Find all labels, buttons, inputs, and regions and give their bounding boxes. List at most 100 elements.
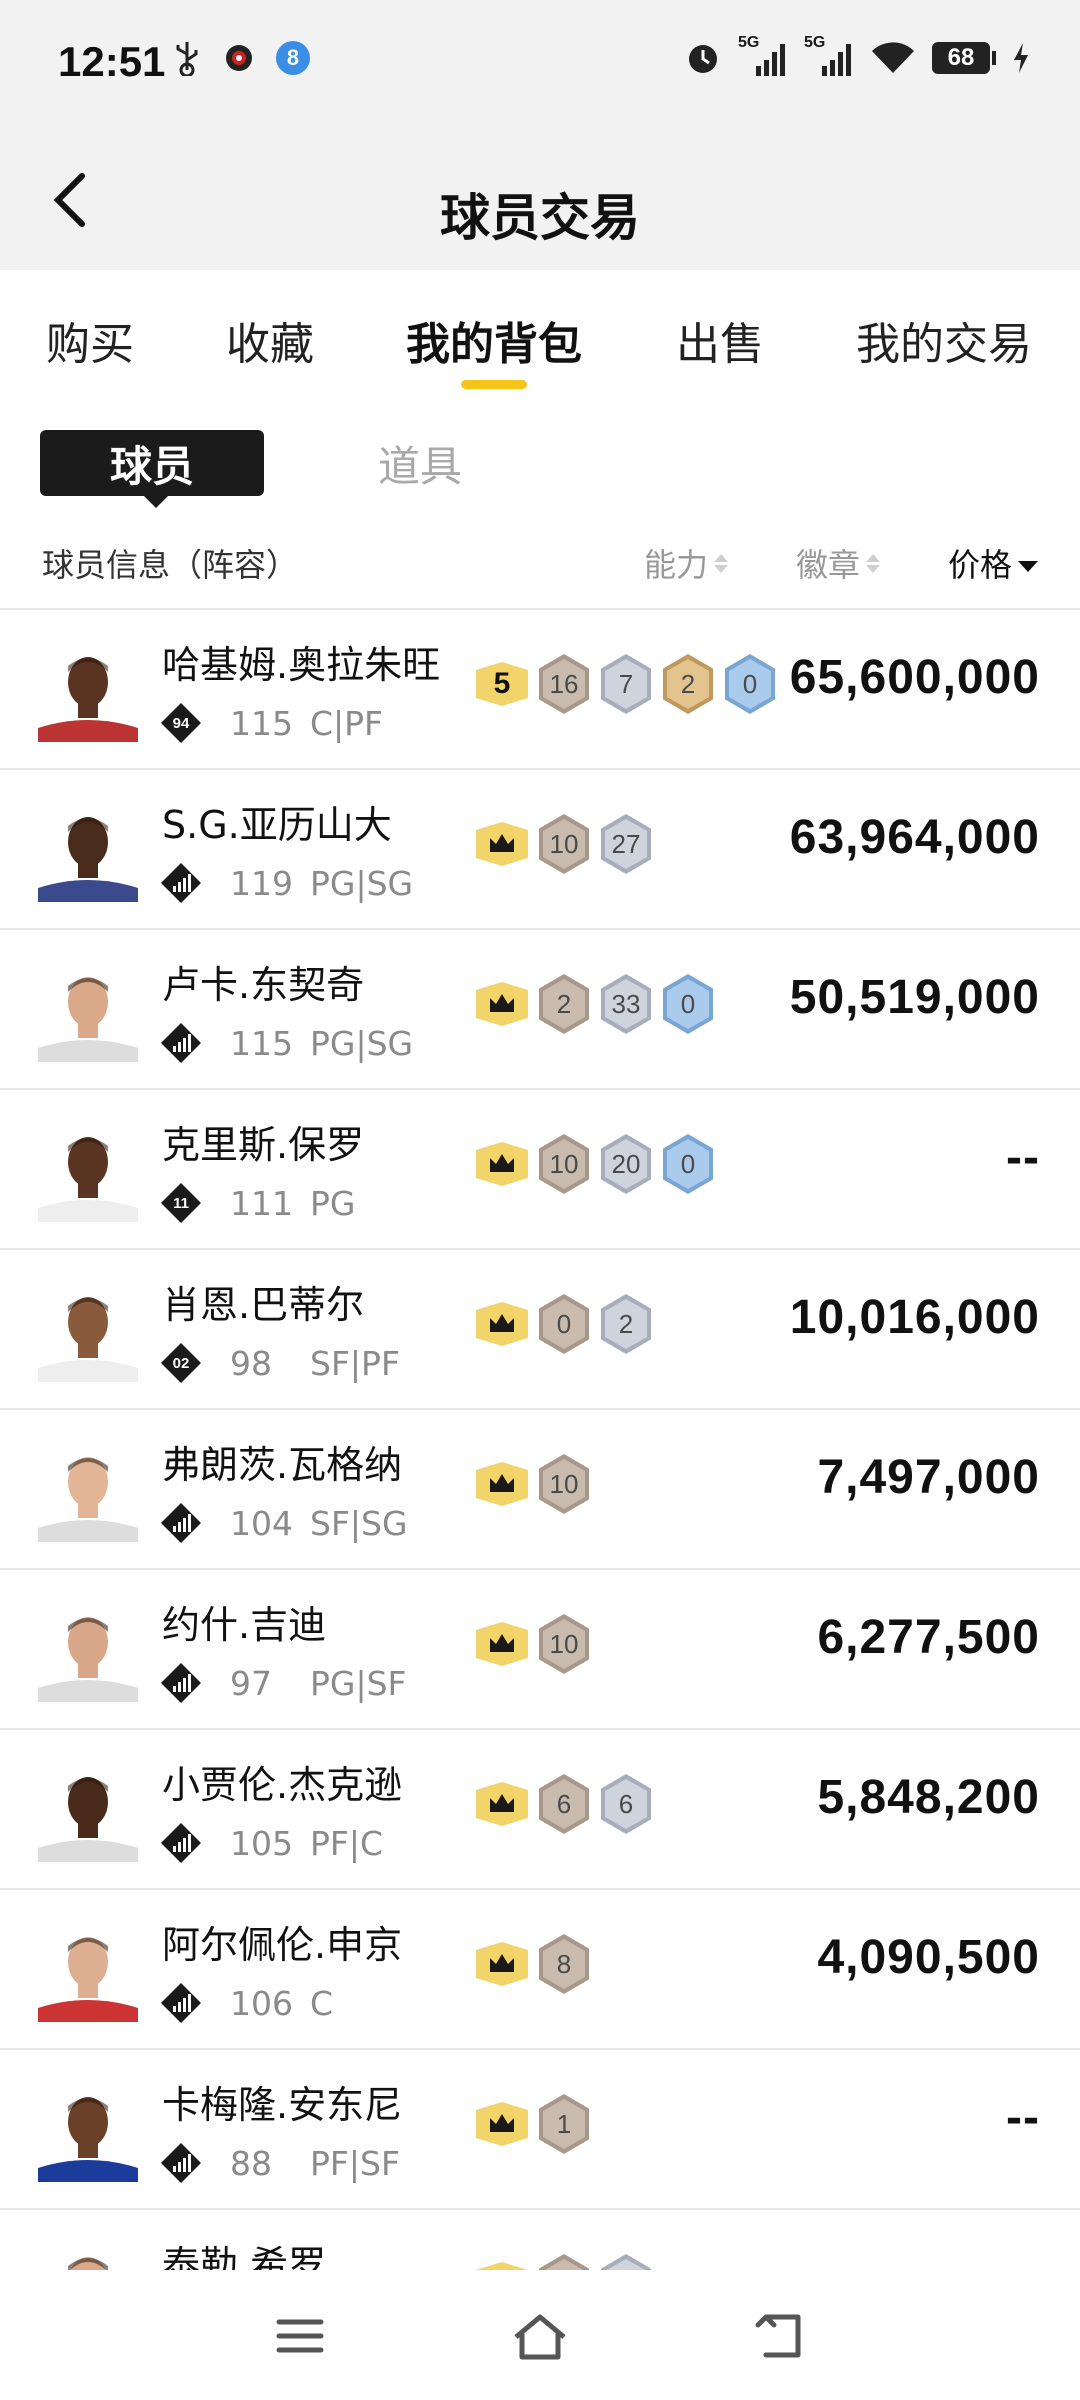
badge-group: 8 [474, 1932, 592, 1996]
sort-arrows-icon [866, 553, 881, 573]
back-nav-button[interactable] [745, 2306, 815, 2366]
badge-group: 10 27 [474, 812, 654, 876]
player-avatar [38, 642, 138, 742]
emblem-number: 94 [172, 714, 190, 732]
player-name: 肖恩.巴蒂尔 [162, 1283, 365, 1327]
player-price: 5,848,200 [817, 1771, 1040, 1824]
signal-5g-icon-1: 5G [738, 34, 788, 78]
player-rating: 105 [230, 1824, 293, 1863]
segment-items[interactable]: 道具 [340, 430, 500, 496]
player-position: PG [310, 1184, 356, 1223]
player-price: -- [1006, 2091, 1040, 2144]
player-position: PG|SG [310, 1024, 414, 1063]
badge-group: 5 16 7 2 0 [474, 652, 778, 716]
tier-level: 5 [493, 667, 511, 700]
player-row[interactable]: 小贾伦.杰克逊 105 PF|C 6 6 5,848,200 [0, 1730, 1080, 1890]
player-avatar [38, 2082, 138, 2182]
crown-tier-badge-icon [474, 1292, 530, 1356]
badge-group: 10 [474, 1452, 592, 1516]
tab-my-trades[interactable]: 我的交易 [856, 308, 1032, 372]
badge-count: 8 [556, 1948, 572, 1979]
badge-count: 0 [556, 1308, 572, 1339]
badge-group: 6 6 [474, 1772, 654, 1836]
player-name: S.G.亚历山大 [162, 803, 392, 847]
sort-price-label: 价格 [948, 546, 1013, 584]
badge-count: 2 [618, 1308, 634, 1339]
gold-badge-icon: 2 [660, 652, 716, 716]
crown-tier-badge-icon [474, 1452, 530, 1516]
player-name: 约什.吉迪 [162, 1603, 327, 1647]
tab-my-backpack[interactable]: 我的背包 [406, 308, 582, 372]
player-name: 卡梅隆.安东尼 [162, 2083, 403, 2127]
badge-count: 10 [549, 828, 579, 859]
badge-count: 27 [611, 828, 641, 859]
player-row[interactable]: 克里斯.保罗 11 111 PG 10 20 0 -- [0, 1090, 1080, 1250]
player-name: 弗朗茨.瓦格纳 [162, 1443, 403, 1487]
player-price: -- [1006, 1131, 1040, 1184]
sort-arrows-icon [714, 553, 729, 573]
player-list[interactable]: 哈基姆.奥拉朱旺 94 115 C|PF 5 16 7 2 0 65,600,000 S… [0, 608, 1080, 2280]
badge-count: 10 [549, 1148, 579, 1179]
player-rating: 97 [230, 1664, 272, 1703]
wifi-icon [872, 42, 914, 73]
sort-ability[interactable]: 能力 [644, 540, 729, 586]
badge-count: 1 [556, 2108, 572, 2139]
silver-badge-icon: 20 [598, 1132, 654, 1196]
player-row[interactable]: S.G.亚历山大 119 PG|SG 10 27 63,964,000 [0, 770, 1080, 930]
player-row[interactable]: 约什.吉迪 97 PG|SF 10 6,277,500 [0, 1570, 1080, 1730]
player-tier-emblem-icon [160, 1822, 202, 1864]
app-notification-icon [226, 45, 252, 71]
player-row[interactable]: 弗朗茨.瓦格纳 104 SF|SG 10 7,497,000 [0, 1410, 1080, 1570]
player-price: 4,090,500 [817, 1931, 1040, 1984]
tab-sell[interactable]: 出售 [676, 308, 764, 372]
player-name: 小贾伦.杰克逊 [162, 1763, 403, 1807]
bronze-badge-icon: 10 [536, 1612, 592, 1676]
player-rating: 106 [230, 1984, 293, 2023]
badge-count: 2 [556, 988, 572, 1019]
tab-buy[interactable]: 购买 [46, 308, 134, 372]
crown-tier-badge-icon [474, 1772, 530, 1836]
bronze-badge-icon: 10 [536, 1132, 592, 1196]
badge-group: 1 [474, 2092, 592, 2156]
menu-button[interactable] [265, 2306, 335, 2366]
player-rating: 115 [230, 1024, 293, 1063]
player-name: 卢卡.东契奇 [162, 963, 365, 1007]
silver-badge-icon: 7 [598, 652, 654, 716]
player-avatar [38, 1762, 138, 1862]
player-price: 10,016,000 [789, 1291, 1040, 1344]
player-row[interactable]: 阿尔佩伦.申京 106 C 8 4,090,500 [0, 1890, 1080, 2050]
sort-badges[interactable]: 徽章 [796, 540, 881, 586]
player-row[interactable]: 肖恩.巴蒂尔 02 98 SF|PF 0 2 10,016,000 [0, 1250, 1080, 1410]
segment-players[interactable]: 球员 [40, 430, 264, 508]
bronze-badge-icon: 0 [536, 1292, 592, 1356]
player-tier-emblem-icon: 02 [160, 1342, 202, 1384]
player-tier-emblem-icon: 11 [160, 1182, 202, 1224]
signal-5g-icon-2: 5G [804, 34, 854, 78]
player-row[interactable]: 哈基姆.奥拉朱旺 94 115 C|PF 5 16 7 2 0 65,600,000 [0, 610, 1080, 770]
player-position: PF|C [310, 1824, 384, 1863]
player-avatar [38, 1282, 138, 1382]
badge-count: 7 [618, 668, 634, 699]
player-rating: 115 [230, 704, 293, 743]
tab-favorites[interactable]: 收藏 [226, 308, 314, 372]
badge-group: 0 2 [474, 1292, 654, 1356]
crown-tier-badge-icon [474, 972, 530, 1036]
player-name: 哈基姆.奥拉朱旺 [162, 643, 441, 687]
menu-icon [276, 2319, 324, 2353]
bronze-badge-icon: 2 [536, 972, 592, 1036]
player-position: PF|SF [310, 2144, 400, 2183]
player-name: 阿尔佩伦.申京 [162, 1923, 403, 1967]
emblem-number: 11 [173, 1194, 189, 1212]
player-position: SF|SG [310, 1504, 408, 1543]
home-button[interactable] [505, 2306, 575, 2366]
badge-group: 2 33 0 [474, 972, 716, 1036]
sort-price[interactable]: 价格 [948, 540, 1039, 586]
player-row[interactable]: 卡梅隆.安东尼 88 PF|SF 1 -- [0, 2050, 1080, 2210]
player-tier-emblem-icon [160, 1022, 202, 1064]
blue-badge-icon: 0 [660, 972, 716, 1036]
badge-count: 16 [549, 668, 579, 699]
badge-count: 0 [742, 668, 758, 699]
player-rating: 98 [230, 1344, 272, 1383]
status-bar: 12:51 8 5G 5G 68 [0, 0, 1080, 130]
player-row[interactable]: 卢卡.东契奇 115 PG|SG 2 33 0 50,519,000 [0, 930, 1080, 1090]
